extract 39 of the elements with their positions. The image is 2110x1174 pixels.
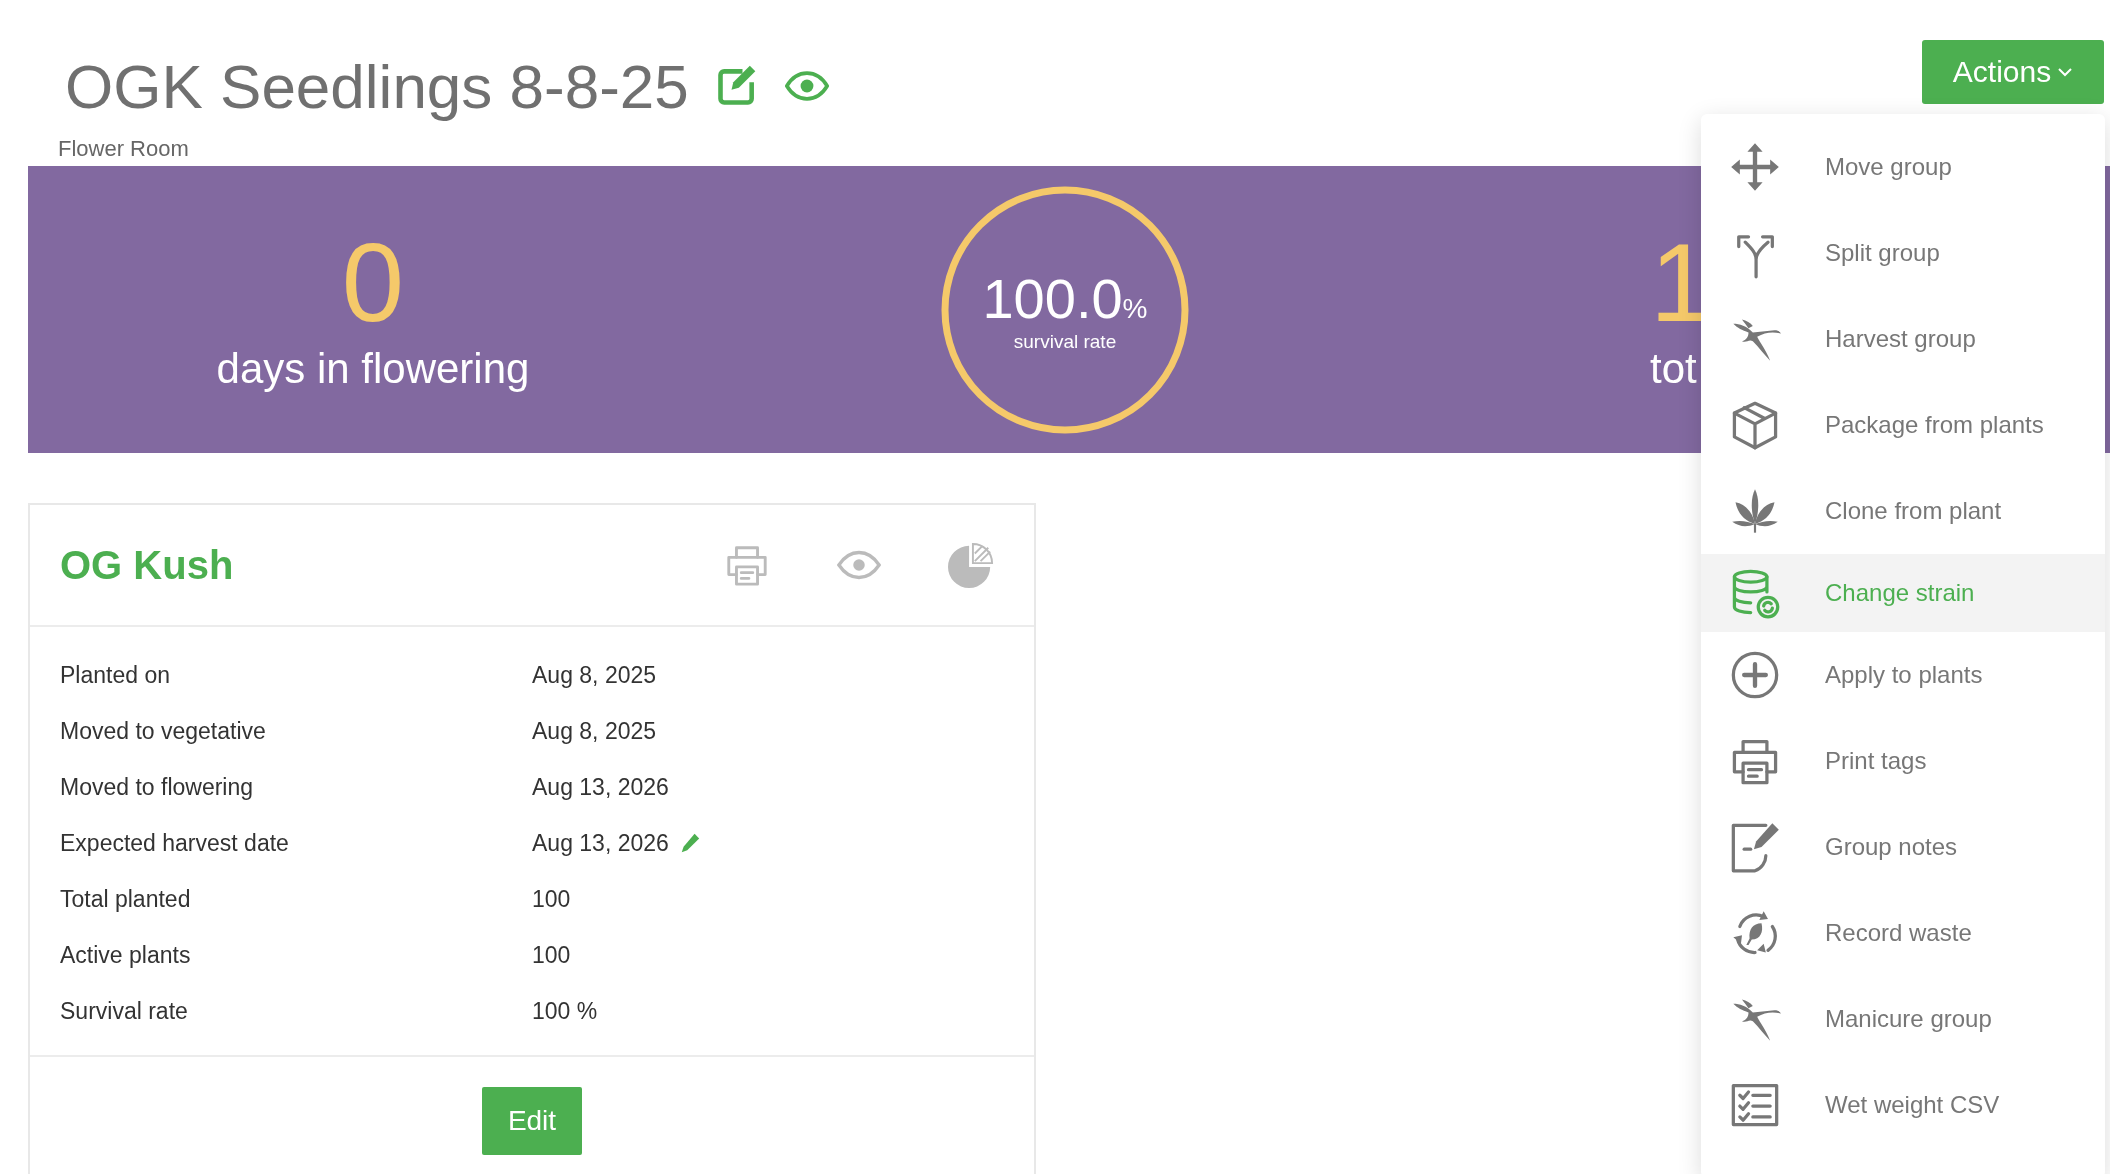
room-name: Flower Room: [57, 135, 189, 163]
field-label: Survival rate: [60, 997, 189, 1025]
field-label: Expected harvest date: [60, 829, 290, 857]
caret-icon: [2057, 67, 2074, 77]
field-label: Active plants: [60, 941, 192, 969]
menu-item[interactable]: Print tags: [1701, 718, 2105, 804]
strain-name: OG Kush: [60, 542, 235, 588]
menu-item[interactable]: Group notes: [1701, 804, 2105, 890]
actions-button[interactable]: Actions: [1922, 40, 2104, 104]
stat-value: 0: [341, 226, 405, 339]
stat-label: tot: [1650, 344, 1697, 393]
plus-circle-icon: [1729, 649, 1781, 701]
field-value: 100: [532, 885, 571, 913]
field-label: Moved to vegetative: [60, 717, 267, 745]
menu-item[interactable]: Package from plants: [1701, 382, 2105, 468]
field-value: 100 %: [532, 997, 598, 1025]
survival-value: 100.0%: [982, 270, 1148, 327]
menu-item[interactable]: Clone from plant: [1701, 468, 2105, 554]
field-value: Aug 13, 2026: [532, 773, 669, 801]
menu-item[interactable]: Wet weight CSV: [1701, 1062, 2105, 1148]
edit-button[interactable]: Edit: [482, 1087, 582, 1155]
menu-item[interactable]: Apply to plants: [1701, 632, 2105, 718]
field-value: 100: [532, 941, 571, 969]
stat-label: days in flowering: [216, 344, 530, 393]
move-arrows-icon: [1729, 141, 1781, 193]
menu-item[interactable]: Change strain: [1701, 554, 2105, 632]
menu-item[interactable]: Record waste: [1701, 890, 2105, 976]
field-label: Moved to flowering: [60, 773, 255, 801]
menu-item[interactable]: Manicure group: [1701, 976, 2105, 1062]
page-title: OGK Seedlings 8-8-25: [65, 50, 689, 122]
field-value: Aug 8, 2025: [532, 661, 657, 689]
field-label: Planted on: [60, 661, 171, 689]
note-pencil-icon: [1729, 821, 1781, 873]
stat-label: survival rate: [1013, 330, 1117, 353]
field-value: Aug 8, 2025: [532, 717, 657, 745]
field-label: Total planted: [60, 885, 192, 913]
field-value: Aug 13, 2026: [532, 829, 669, 857]
menu-item[interactable]: Move group: [1701, 124, 2105, 210]
pie-chart-icon[interactable]: [948, 542, 994, 588]
